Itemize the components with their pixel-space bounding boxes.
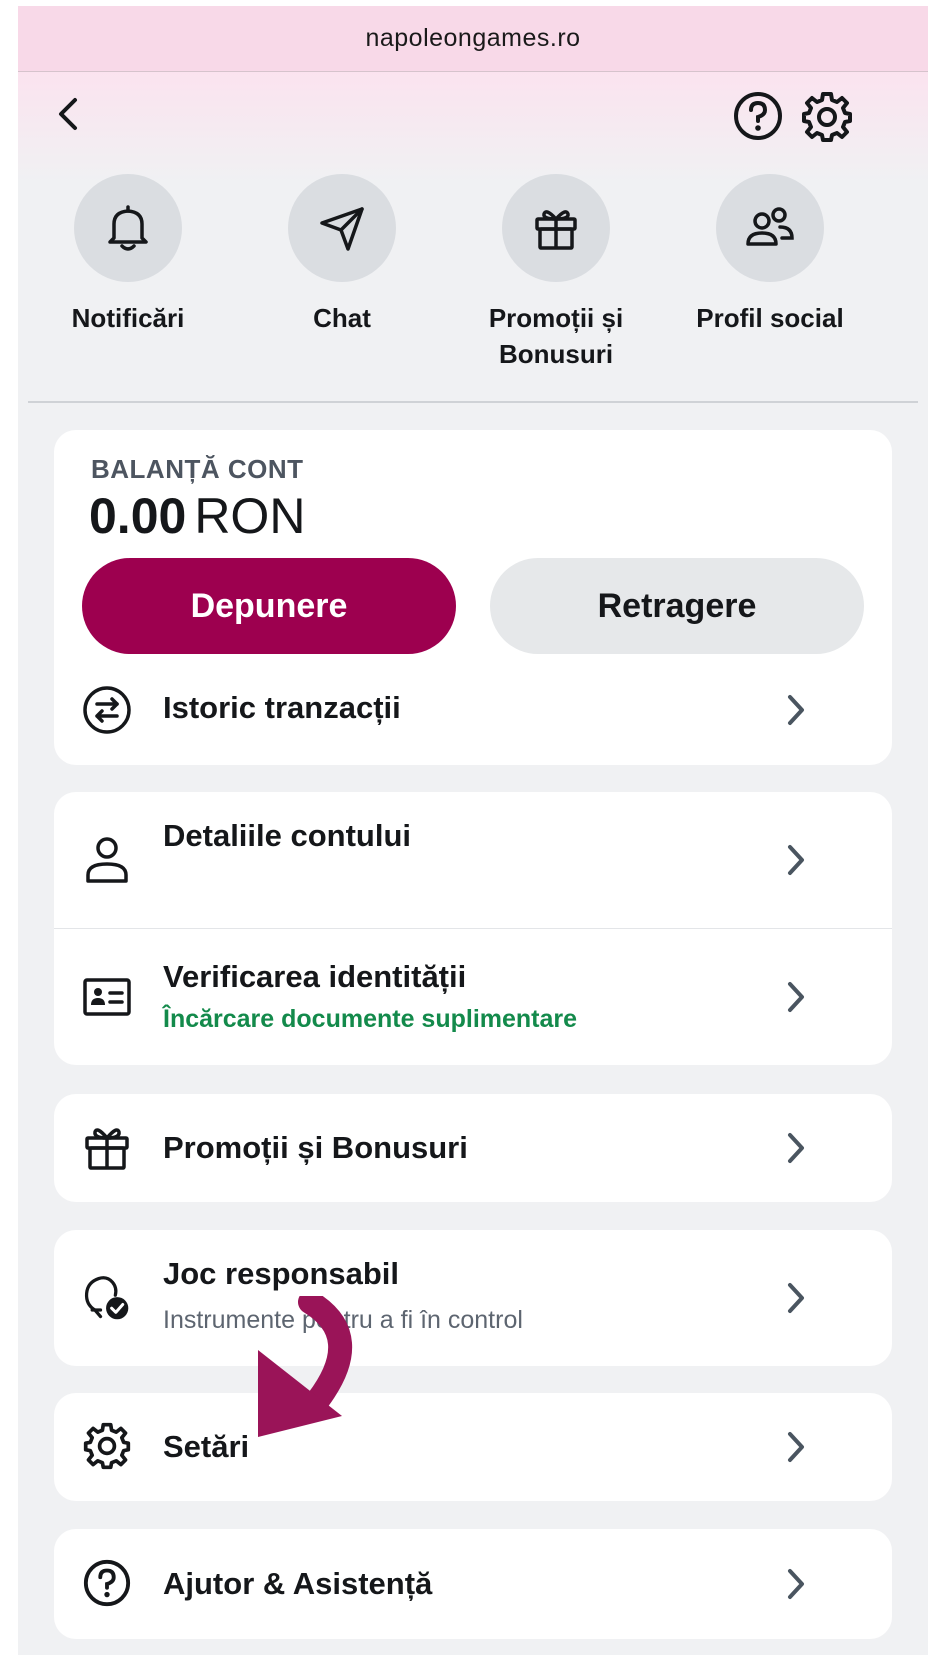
transaction-history-row[interactable]: Istoric tranzacții bbox=[54, 670, 892, 750]
settings-button[interactable] bbox=[800, 90, 854, 144]
bell-icon bbox=[108, 205, 148, 251]
user-icon bbox=[82, 835, 132, 885]
quick-action-circle bbox=[716, 174, 824, 282]
responsible-gaming-title: Joc responsabil bbox=[163, 1256, 400, 1291]
help-title: Ajutor & Asistență bbox=[163, 1566, 433, 1601]
question-circle-icon bbox=[734, 92, 782, 140]
settings-card[interactable]: Setări bbox=[54, 1393, 892, 1501]
balance-currency: RON bbox=[194, 488, 306, 544]
chevron-right-icon bbox=[784, 1427, 808, 1467]
identity-verification-row[interactable]: Verificarea identității Încărcare docume… bbox=[54, 929, 892, 1065]
chevron-right-icon bbox=[784, 690, 808, 730]
settings-row[interactable]: Setări bbox=[54, 1393, 892, 1501]
app-screen: napoleongames.ro Notificări Chat Promoți… bbox=[18, 6, 928, 1655]
id-card-icon bbox=[82, 972, 132, 1022]
deposit-button[interactable]: Depunere bbox=[82, 558, 456, 654]
gift-icon bbox=[82, 1122, 132, 1172]
transfer-icon bbox=[82, 685, 132, 735]
quick-action-circle bbox=[74, 174, 182, 282]
promotions-title: Promoții și Bonusuri bbox=[163, 1130, 468, 1165]
quick-action-promotions[interactable]: Promoții și Bonusuri bbox=[446, 174, 666, 372]
chevron-left-icon bbox=[59, 98, 77, 130]
identity-verification-status[interactable]: Încărcare documente suplimentare bbox=[163, 1005, 577, 1034]
quick-action-label: Profil social bbox=[696, 303, 844, 333]
quick-action-social-profile[interactable]: Profil social bbox=[660, 174, 880, 336]
chevron-right-icon bbox=[784, 1128, 808, 1168]
identity-verification-title: Verificarea identității bbox=[163, 959, 467, 994]
balance-card: BALANȚĂ CONT 0.00 RON Depunere Retragere … bbox=[54, 430, 892, 765]
header-background bbox=[18, 72, 928, 182]
quick-action-label: Chat bbox=[313, 303, 371, 333]
account-card: Detaliile contului Verificarea identităț… bbox=[54, 792, 892, 1065]
quick-action-label: Notificări bbox=[71, 303, 185, 333]
chevron-right-icon bbox=[784, 840, 808, 880]
chevron-right-icon bbox=[784, 1278, 808, 1318]
account-details-title: Detaliile contului bbox=[163, 818, 412, 853]
withdraw-button[interactable]: Retragere bbox=[490, 558, 864, 654]
send-icon bbox=[320, 207, 364, 251]
help-card[interactable]: Ajutor & Asistență bbox=[54, 1529, 892, 1639]
chevron-right-icon bbox=[784, 977, 808, 1017]
quick-action-circle bbox=[502, 174, 610, 282]
gear-icon bbox=[802, 92, 852, 142]
responsible-gaming-card[interactable]: Joc responsabil Instrumente pentru a fi … bbox=[54, 1230, 892, 1366]
responsible-gaming-row[interactable]: Joc responsabil Instrumente pentru a fi … bbox=[54, 1230, 892, 1366]
shield-check-icon bbox=[82, 1273, 132, 1323]
quick-action-label: Promoții și Bonusuri bbox=[488, 303, 624, 369]
quick-action-circle bbox=[288, 174, 396, 282]
users-icon bbox=[746, 207, 794, 246]
url-text: napoleongames.ro bbox=[365, 24, 581, 52]
promotions-row[interactable]: Promoții și Bonusuri bbox=[54, 1094, 892, 1202]
gear-icon bbox=[82, 1421, 132, 1471]
help-row[interactable]: Ajutor & Asistență bbox=[54, 1529, 892, 1639]
help-button[interactable] bbox=[732, 90, 784, 142]
browser-url-bar[interactable]: napoleongames.ro bbox=[18, 6, 928, 72]
chevron-right-icon bbox=[784, 1564, 808, 1604]
balance-label: BALANȚĂ CONT bbox=[91, 454, 304, 484]
gift-icon bbox=[535, 210, 577, 250]
question-circle-icon bbox=[82, 1558, 132, 1608]
balance-amount: 0.00 RON bbox=[89, 486, 305, 546]
quick-action-notifications[interactable]: Notificări bbox=[18, 174, 238, 336]
settings-title: Setări bbox=[163, 1429, 250, 1464]
section-divider bbox=[28, 401, 918, 403]
transaction-history-label: Istoric tranzacții bbox=[163, 690, 401, 725]
account-details-row[interactable]: Detaliile contului bbox=[54, 792, 892, 928]
back-button[interactable] bbox=[46, 88, 90, 140]
promotions-card[interactable]: Promoții și Bonusuri bbox=[54, 1094, 892, 1202]
balance-value: 0.00 bbox=[89, 488, 187, 544]
annotation-arrow-icon bbox=[258, 1296, 352, 1437]
quick-action-chat[interactable]: Chat bbox=[232, 174, 452, 336]
